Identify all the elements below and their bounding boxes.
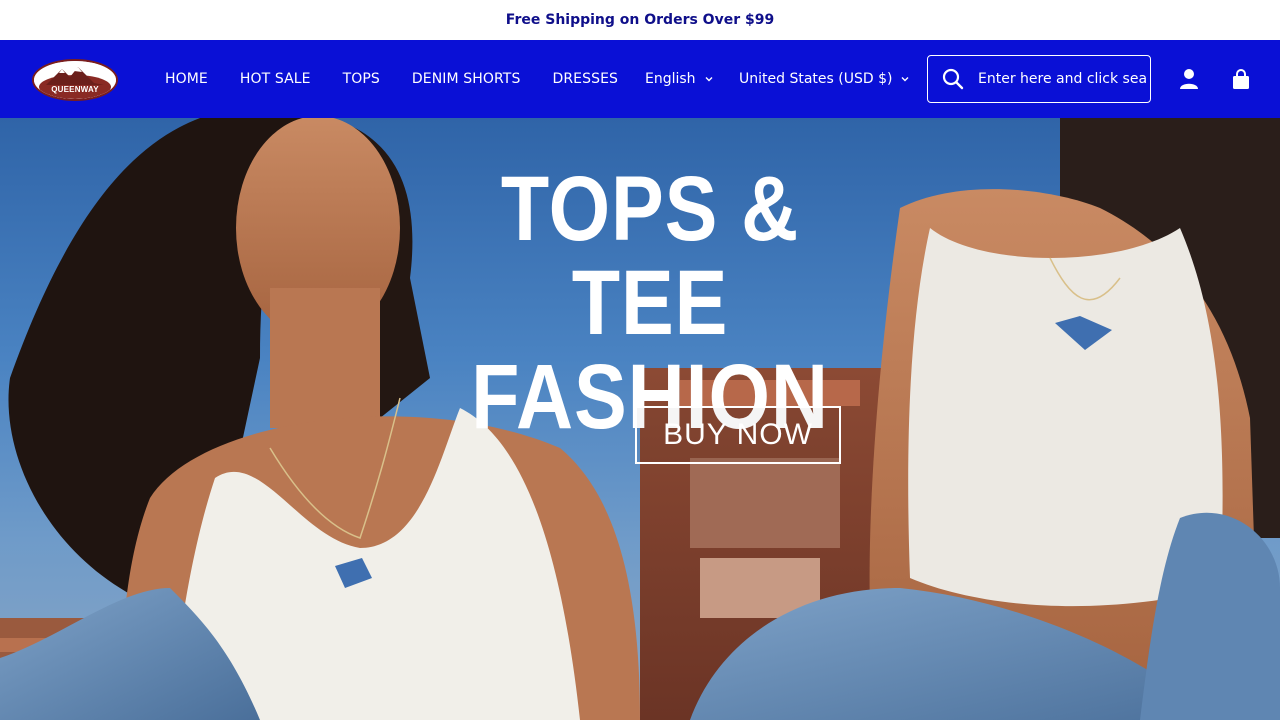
chevron-down-icon	[901, 77, 909, 82]
currency-selector[interactable]: United States (USD $)	[739, 40, 910, 118]
site-header: QUEENWAY HOME HOT SALE TOPS DENIM SHORTS…	[0, 40, 1280, 118]
account-icon[interactable]	[1178, 68, 1200, 90]
chevron-down-icon	[705, 77, 713, 82]
nav-home[interactable]: HOME	[165, 71, 208, 87]
language-selector[interactable]: English	[645, 40, 714, 118]
hero-headline: TOPS & TEE FASHION	[435, 162, 865, 444]
language-label: English	[645, 71, 696, 87]
brand-logo[interactable]: QUEENWAY	[32, 59, 118, 101]
currency-label: United States (USD $)	[739, 71, 893, 87]
announcement-text: Free Shipping on Orders Over $99	[505, 12, 775, 28]
nav-hot-sale[interactable]: HOT SALE	[240, 71, 311, 87]
search-input[interactable]	[978, 71, 1148, 87]
search-icon[interactable]	[942, 68, 964, 90]
hero-banner[interactable]: TOPS & TEE FASHION BUY NOW	[0, 118, 1280, 720]
nav-tops[interactable]: TOPS	[343, 71, 380, 87]
logo-text: QUEENWAY	[51, 85, 99, 94]
nav-dresses[interactable]: DRESSES	[552, 71, 618, 87]
search-box[interactable]	[927, 55, 1151, 103]
nav-denim-shorts[interactable]: DENIM SHORTS	[412, 71, 521, 87]
cart-icon[interactable]	[1230, 68, 1252, 90]
buy-now-button[interactable]: BUY NOW	[635, 406, 841, 464]
hero-headline-line1: TOPS & TEE	[500, 158, 800, 354]
announcement-bar: Free Shipping on Orders Over $99	[0, 0, 1280, 40]
main-nav: HOME HOT SALE TOPS DENIM SHORTS DRESSES	[165, 40, 650, 118]
logo-mountain-icon	[34, 61, 116, 99]
